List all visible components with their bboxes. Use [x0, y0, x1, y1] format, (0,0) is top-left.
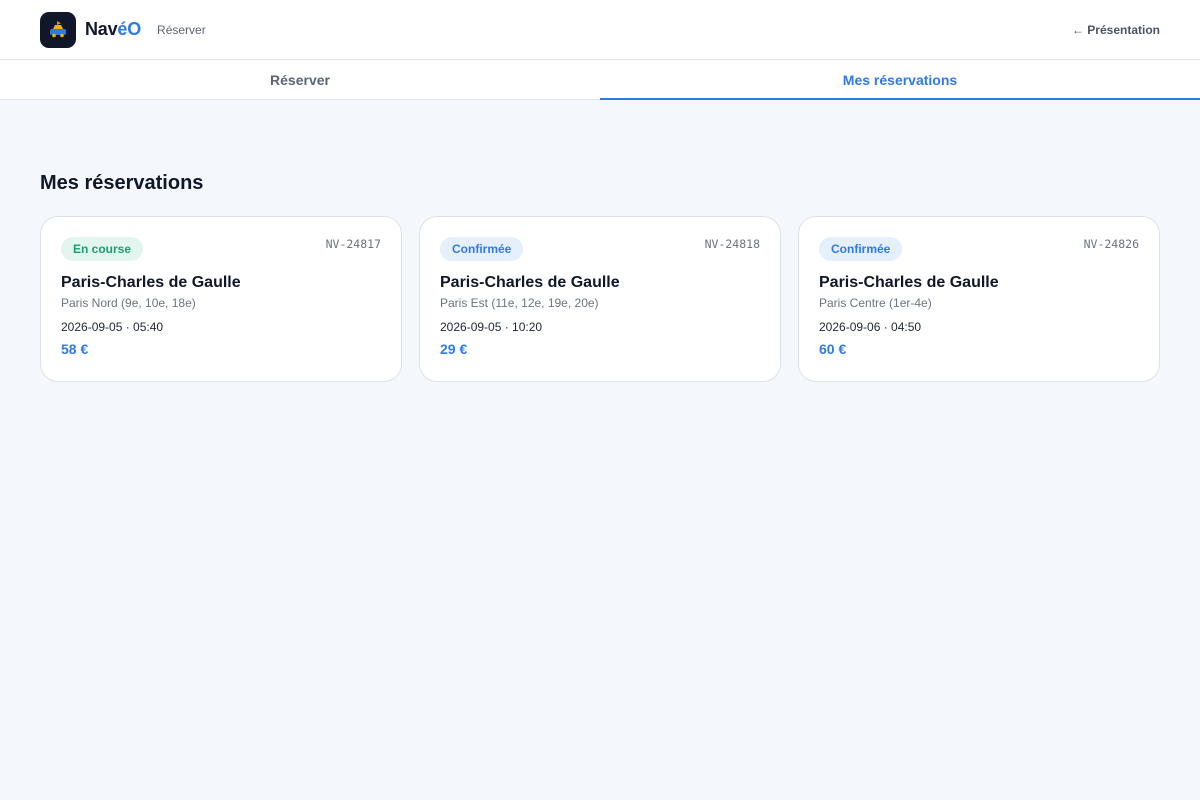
reservation-datetime: 2026-09-05 · 10:20 — [440, 320, 543, 334]
reservation-price: 60 € — [819, 341, 847, 357]
car-icon[interactable] — [40, 11, 76, 48]
brand-name: NavéO — [85, 19, 141, 40]
tab-bar: Réserver Mes réservations — [0, 60, 1200, 100]
reservation-destination: Paris-Charles de Gaulle — [61, 274, 241, 291]
reservation-datetime: 2026-09-06 · 04:50 — [819, 320, 922, 334]
reservation-ref: NV-24817 — [325, 237, 381, 251]
brand-prefix: Nav — [85, 19, 118, 39]
reservation-card[interactable]: Confirmée NV-24826 Paris-Charles de Gaul… — [798, 216, 1160, 382]
reservation-price: 29 € — [440, 341, 468, 357]
reservation-ref: NV-24826 — [1083, 237, 1139, 251]
section-label: Réserver — [157, 22, 206, 37]
brand: NavéO Réserver — [40, 11, 206, 48]
tab-reserver[interactable]: Réserver — [0, 60, 600, 99]
tab-mes-reservations[interactable]: Mes réservations — [600, 60, 1200, 100]
status-badge: En course — [61, 237, 144, 261]
reservation-zone: Paris Nord (9e, 10e, 18e) — [61, 296, 196, 310]
top-bar: NavéO Réserver ← Présentation — [0, 0, 1200, 60]
page-title: Mes réservations — [40, 172, 204, 194]
reservation-datetime: 2026-09-05 · 05:40 — [61, 320, 164, 334]
reservation-zone: Paris Centre (1er-4e) — [819, 296, 932, 310]
status-badge: Confirmée — [819, 237, 903, 261]
reservation-destination: Paris-Charles de Gaulle — [440, 274, 620, 291]
reservation-zone: Paris Est (11e, 12e, 19e, 20e) — [440, 296, 599, 310]
reservation-ref: NV-24818 — [704, 237, 760, 251]
reservation-price: 58 € — [61, 341, 89, 357]
back-to-presentation-link[interactable]: ← Présentation — [1072, 23, 1160, 37]
reservation-list: En course NV-24817 Paris-Charles de Gaul… — [40, 216, 1160, 382]
main-content: Mes réservations En course NV-24817 Pari… — [0, 100, 1200, 382]
brand-accent: éO — [117, 19, 142, 39]
reservation-card[interactable]: Confirmée NV-24818 Paris-Charles de Gaul… — [419, 216, 781, 382]
reservation-destination: Paris-Charles de Gaulle — [819, 274, 999, 291]
status-badge: Confirmée — [440, 237, 524, 261]
reservation-card[interactable]: En course NV-24817 Paris-Charles de Gaul… — [40, 216, 402, 382]
